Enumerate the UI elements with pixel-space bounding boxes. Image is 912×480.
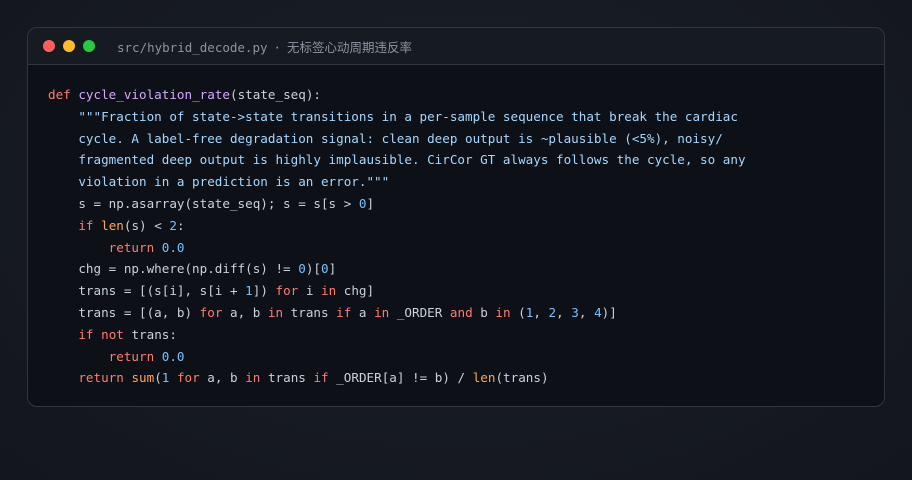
code-token: trans: [260, 370, 314, 386]
code-token: 0: [320, 261, 329, 277]
code-window: src/hybrid_decode.py · 无标签心动周期违反率 def cycl…: [27, 27, 885, 407]
code-token: and: [449, 304, 473, 320]
code-line: if not trans:: [48, 324, 746, 346]
code-token: _ORDER: [389, 304, 450, 320]
code-token: cycle_violation_rate: [78, 87, 230, 102]
code-token: trans = [(s[i], s[i +: [48, 283, 246, 299]
code-token: in: [374, 304, 390, 320]
code-token: trans = [(a, b): [48, 304, 200, 320]
maximize-window-icon[interactable]: [83, 40, 95, 52]
code-token: ,: [578, 304, 595, 320]
code-token: a, b: [222, 304, 268, 320]
code-line: """Fraction of state->state transitions …: [48, 106, 746, 128]
code-token: return: [108, 348, 155, 364]
code-token: ,: [556, 304, 572, 320]
title-separator: ·: [273, 39, 282, 55]
code-token: 0.0: [161, 239, 185, 255]
code-token: (state_seq):: [230, 87, 321, 102]
code-token: violation in a prediction is an error.""…: [48, 174, 390, 190]
code-token: for: [199, 304, 223, 320]
code-token: len: [101, 217, 124, 233]
code-token: for: [176, 370, 200, 386]
code-token: fragmented deep output is highly implaus…: [48, 152, 746, 168]
code-token: in: [495, 304, 511, 320]
code-token: ,: [533, 304, 549, 320]
code-token: b: [472, 304, 496, 320]
code-token: ]: [366, 195, 375, 211]
code-token: chg = np.where(np.diff(s) !=: [48, 261, 299, 277]
code-line: cycle. A label-free degradation signal: …: [48, 128, 746, 150]
code-token: 3: [571, 304, 579, 320]
code-token: (s) <: [123, 217, 170, 233]
code-token: (: [154, 370, 162, 386]
code-line: return sum(1 for a, b in trans if _ORDER…: [48, 367, 746, 389]
code-token: (: [510, 304, 526, 320]
code-token: sum: [131, 370, 155, 386]
close-window-icon[interactable]: [43, 40, 55, 52]
code-token: len: [472, 370, 496, 386]
code-token: :: [176, 217, 185, 233]
code-token: return: [108, 239, 155, 255]
code-token: if: [78, 217, 94, 233]
code-line: fragmented deep output is highly implaus…: [48, 149, 746, 171]
file-path: src/hybrid_decode.py: [117, 39, 268, 55]
code-token: def: [48, 87, 71, 102]
code-line: def cycle_violation_rate(state_seq):: [48, 84, 746, 106]
code-token: s = np.asarray(state_seq); s = s[s >: [48, 195, 359, 211]
code-token: 1: [245, 283, 253, 299]
code-token: )]: [601, 304, 617, 320]
window-title: src/hybrid_decode.py · 无标签心动周期违反率: [117, 37, 412, 56]
code-token: trans:: [123, 326, 177, 342]
window-subtitle: 无标签心动周期违反率: [287, 39, 413, 55]
code-token: 0.0: [161, 348, 185, 364]
code-token: chg]: [336, 283, 375, 299]
code-line: return 0.0: [48, 237, 746, 259]
code-token: (trans): [495, 370, 549, 386]
code-token: in: [320, 283, 337, 299]
code-token: return: [78, 370, 124, 386]
code-token: 4: [594, 304, 602, 320]
code-line: s = np.asarray(state_seq); s = s[s > 0]: [48, 193, 746, 215]
code-token: in: [245, 370, 261, 386]
code-token: 2: [169, 217, 177, 233]
minimize-window-icon[interactable]: [63, 40, 75, 52]
code-token: if: [336, 304, 352, 320]
code-token: a: [351, 304, 375, 320]
code-token: )[: [305, 261, 321, 277]
code-token: """Fraction of state->state transitions …: [48, 108, 738, 124]
code-token: _ORDER[a] != b) /: [328, 370, 473, 386]
code-line: return 0.0: [48, 346, 746, 368]
code-token: trans: [283, 304, 337, 320]
code-token: i: [298, 283, 321, 299]
code-token: cycle. A label-free degradation signal: …: [48, 130, 723, 146]
code-token: a, b: [199, 370, 246, 386]
code-line: trans = [(a, b) for a, b in trans if a i…: [48, 302, 746, 324]
code-token: if: [78, 326, 94, 342]
code-line: if len(s) < 2:: [48, 215, 746, 237]
code-token: if: [313, 370, 329, 386]
code-token: 2: [548, 304, 557, 320]
code-token: for: [275, 283, 299, 299]
code-line: chg = np.where(np.diff(s) != 0)[0]: [48, 258, 746, 280]
code-block[interactable]: def cycle_violation_rate(state_seq): """…: [48, 84, 746, 389]
code-token: in: [267, 304, 284, 320]
code-line: trans = [(s[i], s[i + 1]) for i in chg]: [48, 280, 746, 302]
code-token: ]): [252, 283, 276, 299]
code-token: 0: [298, 261, 306, 277]
window-titlebar: src/hybrid_decode.py · 无标签心动周期违反率: [28, 28, 884, 65]
code-token: not: [101, 326, 124, 342]
code-token: ]: [328, 261, 337, 277]
code-line: violation in a prediction is an error.""…: [48, 171, 746, 193]
